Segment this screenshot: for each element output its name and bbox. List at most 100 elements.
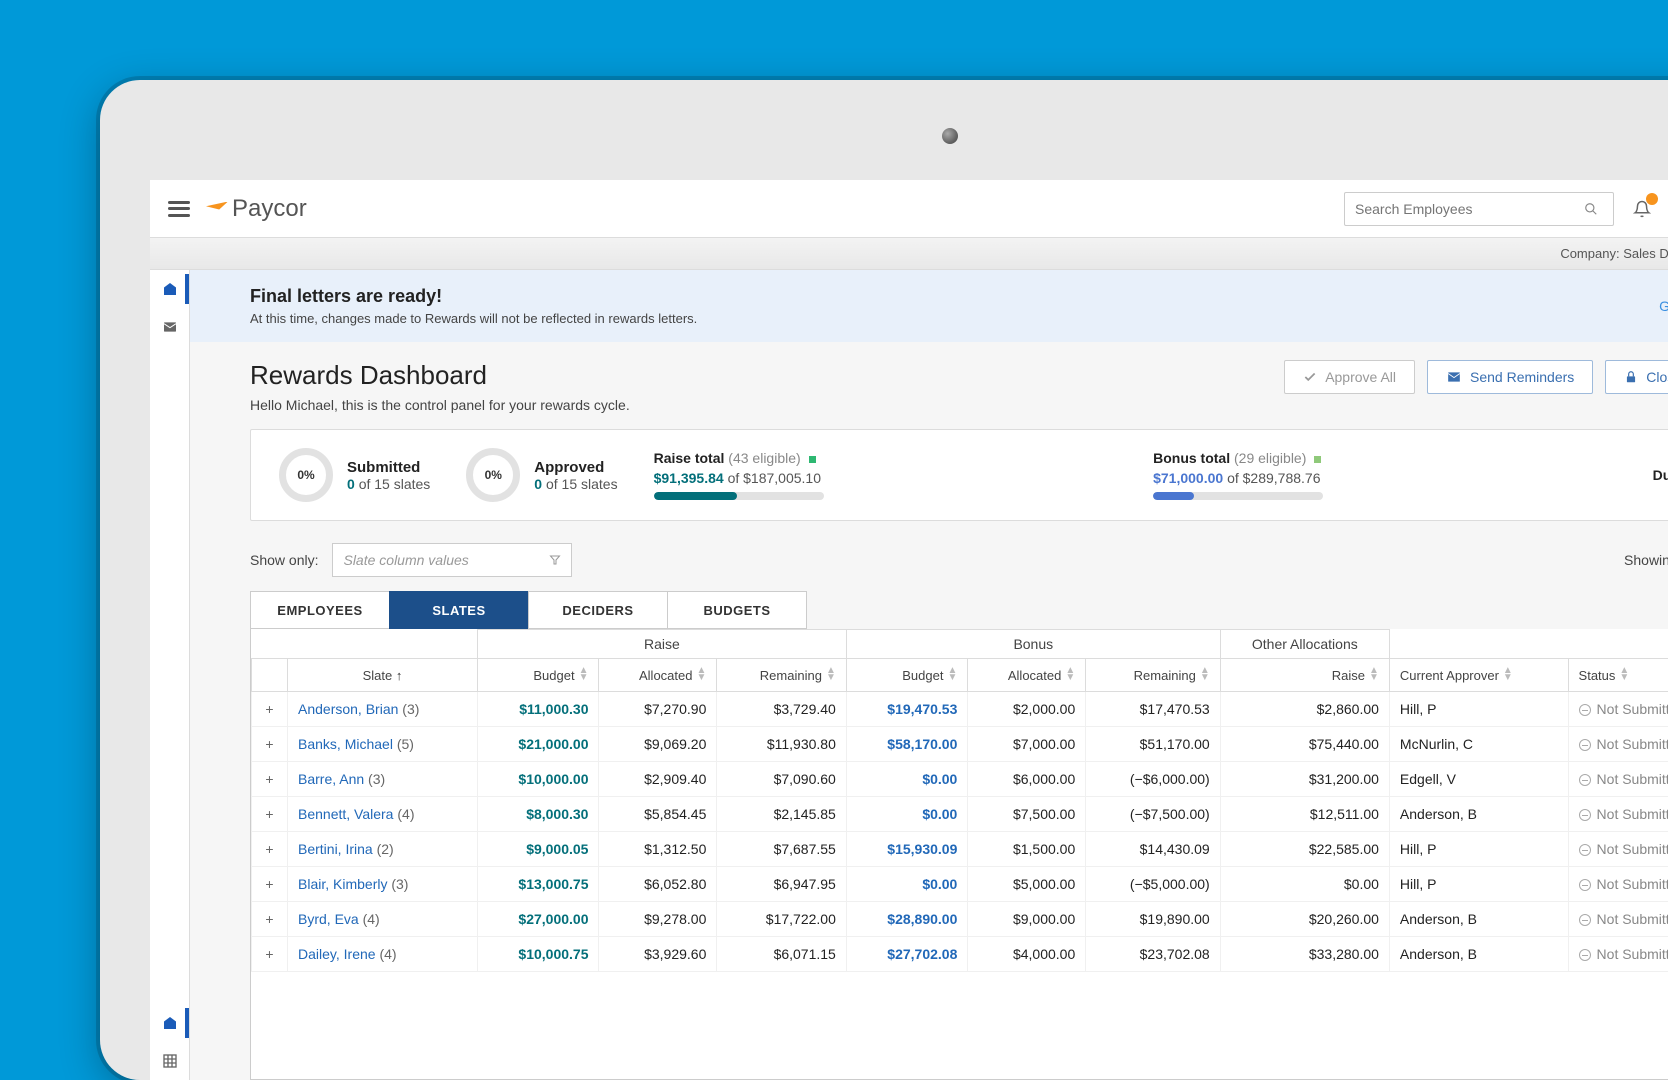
slate-name-cell: Bertini, Irina (2) (288, 832, 478, 867)
col-status[interactable]: Status▲▼ (1568, 659, 1668, 692)
col-raise-budget[interactable]: Budget▲▼ (477, 659, 599, 692)
approve-all-label: Approve All (1325, 369, 1396, 385)
summary-card: 0% Submitted 0 of 15 slates 0% Approved … (250, 429, 1668, 521)
tab-budgets[interactable]: BUDGETS (667, 591, 807, 629)
expand-icon[interactable]: + (252, 692, 288, 727)
brand-logo[interactable]: Paycor (206, 195, 307, 223)
bonus-allocated-cell: $6,000.00 (968, 762, 1086, 797)
status-circle-icon (1579, 949, 1591, 961)
bonus-remaining-cell: $17,470.53 (1086, 692, 1220, 727)
submitted-stat: 0% Submitted 0 of 15 slates (279, 448, 430, 502)
filter-icon (549, 554, 561, 566)
table-row: +Banks, Michael (5)$21,000.00$9,069.20$1… (252, 727, 1668, 762)
col-bonus-remaining[interactable]: Remaining▲▼ (1086, 659, 1220, 692)
expand-icon[interactable]: + (252, 727, 288, 762)
sidebar-item-home-bottom[interactable] (150, 1004, 189, 1042)
status-circle-icon (1579, 809, 1591, 821)
col-bonus-budget[interactable]: Budget▲▼ (846, 659, 968, 692)
company-value[interactable]: Sales Demo - 916477 (1 Cl (1623, 246, 1668, 261)
search-field[interactable] (1355, 201, 1571, 217)
status-cell: Not Submitted (1568, 832, 1668, 867)
approve-all-button[interactable]: Approve All (1284, 360, 1415, 394)
bonus-marker-icon (1314, 456, 1321, 463)
col-bonus-allocated[interactable]: Allocated▲▼ (968, 659, 1086, 692)
slate-link[interactable]: Dailey, Irene (298, 946, 376, 962)
bonus-eligible: (29 eligible) (1234, 450, 1306, 466)
other-raise-cell: $75,440.00 (1220, 727, 1389, 762)
tab-slates[interactable]: SLATES (389, 591, 529, 629)
slate-link[interactable]: Bertini, Irina (298, 841, 373, 857)
approver-cell: McNurlin, C (1389, 727, 1568, 762)
status-cell: Not Submitted (1568, 692, 1668, 727)
expand-icon[interactable]: + (252, 832, 288, 867)
approver-cell: Anderson, B (1389, 902, 1568, 937)
raise-remaining-cell: $17,722.00 (717, 902, 846, 937)
status-circle-icon (1579, 879, 1591, 891)
status-circle-icon (1579, 704, 1591, 716)
bonus-of: of $289,788.76 (1227, 470, 1320, 486)
search-icon[interactable] (1579, 197, 1603, 221)
company-label: Company: (1560, 246, 1619, 261)
slate-link[interactable]: Barre, Ann (298, 771, 364, 787)
go-to-letters-link[interactable]: Go to Letters (1659, 298, 1668, 314)
banner-subtitle: At this time, changes made to Rewards wi… (250, 311, 697, 326)
expand-icon[interactable]: + (252, 797, 288, 832)
device-frame: Paycor Company: (100, 80, 1668, 1080)
bonus-amount: $71,000.00 (1153, 470, 1223, 486)
slate-name-cell: Anderson, Brian (3) (288, 692, 478, 727)
expand-icon[interactable]: + (252, 762, 288, 797)
search-employees-input[interactable] (1344, 192, 1614, 226)
sidebar-item-grid[interactable] (150, 1042, 189, 1080)
status-circle-icon (1579, 844, 1591, 856)
tab-deciders[interactable]: DECIDERS (528, 591, 668, 629)
due-label: Due: (1653, 467, 1668, 483)
send-reminders-button[interactable]: Send Reminders (1427, 360, 1593, 394)
close-cycle-button[interactable]: Close Cycle (1605, 360, 1668, 394)
expand-icon[interactable]: + (252, 867, 288, 902)
slate-link[interactable]: Byrd, Eva (298, 911, 359, 927)
col-slate[interactable]: Slate ↑ (288, 659, 478, 692)
table-row: +Bennett, Valera (4)$8,000.30$5,854.45$2… (252, 797, 1668, 832)
bonus-budget-cell: $0.00 (846, 762, 968, 797)
status-circle-icon (1579, 739, 1591, 751)
bonus-remaining-cell: (−$5,000.00) (1086, 867, 1220, 902)
raise-budget-cell: $27,000.00 (477, 902, 599, 937)
sidebar (150, 270, 190, 1080)
tab-employees[interactable]: EMPLOYEES (250, 591, 390, 629)
sidebar-item-mail[interactable] (150, 308, 189, 346)
raise-of: of $187,005.10 (728, 470, 821, 486)
bonus-budget-cell: $15,930.09 (846, 832, 968, 867)
expand-icon[interactable]: + (252, 937, 288, 972)
bonus-allocated-cell: $9,000.00 (968, 902, 1086, 937)
col-approver[interactable]: Current Approver▲▼ (1389, 659, 1568, 692)
slate-link[interactable]: Anderson, Brian (298, 701, 398, 717)
approver-cell: Anderson, B (1389, 797, 1568, 832)
raise-budget-cell: $11,000.30 (477, 692, 599, 727)
col-group-raise: Raise (477, 630, 846, 659)
notifications-icon[interactable] (1630, 197, 1654, 221)
col-other-raise[interactable]: Raise▲▼ (1220, 659, 1389, 692)
col-raise-remaining[interactable]: Remaining▲▼ (717, 659, 846, 692)
slate-link[interactable]: Bennett, Valera (298, 806, 393, 822)
col-raise-allocated[interactable]: Allocated▲▼ (599, 659, 717, 692)
slate-name-cell: Banks, Michael (5) (288, 727, 478, 762)
bonus-allocated-cell: $1,500.00 (968, 832, 1086, 867)
status-cell: Not Submitted (1568, 937, 1668, 972)
approved-label: Approved (534, 459, 617, 476)
slate-link[interactable]: Blair, Kimberly (298, 876, 387, 892)
status-cell: Not Submitted (1568, 867, 1668, 902)
expand-icon[interactable]: + (252, 902, 288, 937)
submitted-pct-circle: 0% (279, 448, 333, 502)
bonus-allocated-cell: $7,500.00 (968, 797, 1086, 832)
status-circle-icon (1579, 914, 1591, 926)
bonus-total-label: Bonus total (1153, 450, 1230, 466)
raise-remaining-cell: $3,729.40 (717, 692, 846, 727)
sidebar-item-home[interactable] (150, 270, 189, 308)
topbar: Paycor (150, 180, 1668, 238)
slate-name-cell: Blair, Kimberly (3) (288, 867, 478, 902)
slate-link[interactable]: Banks, Michael (298, 736, 393, 752)
raise-budget-cell: $9,000.05 (477, 832, 599, 867)
raise-allocated-cell: $5,854.45 (599, 797, 717, 832)
slate-filter-select[interactable]: Slate column values (332, 543, 572, 577)
menu-icon[interactable] (168, 201, 190, 217)
